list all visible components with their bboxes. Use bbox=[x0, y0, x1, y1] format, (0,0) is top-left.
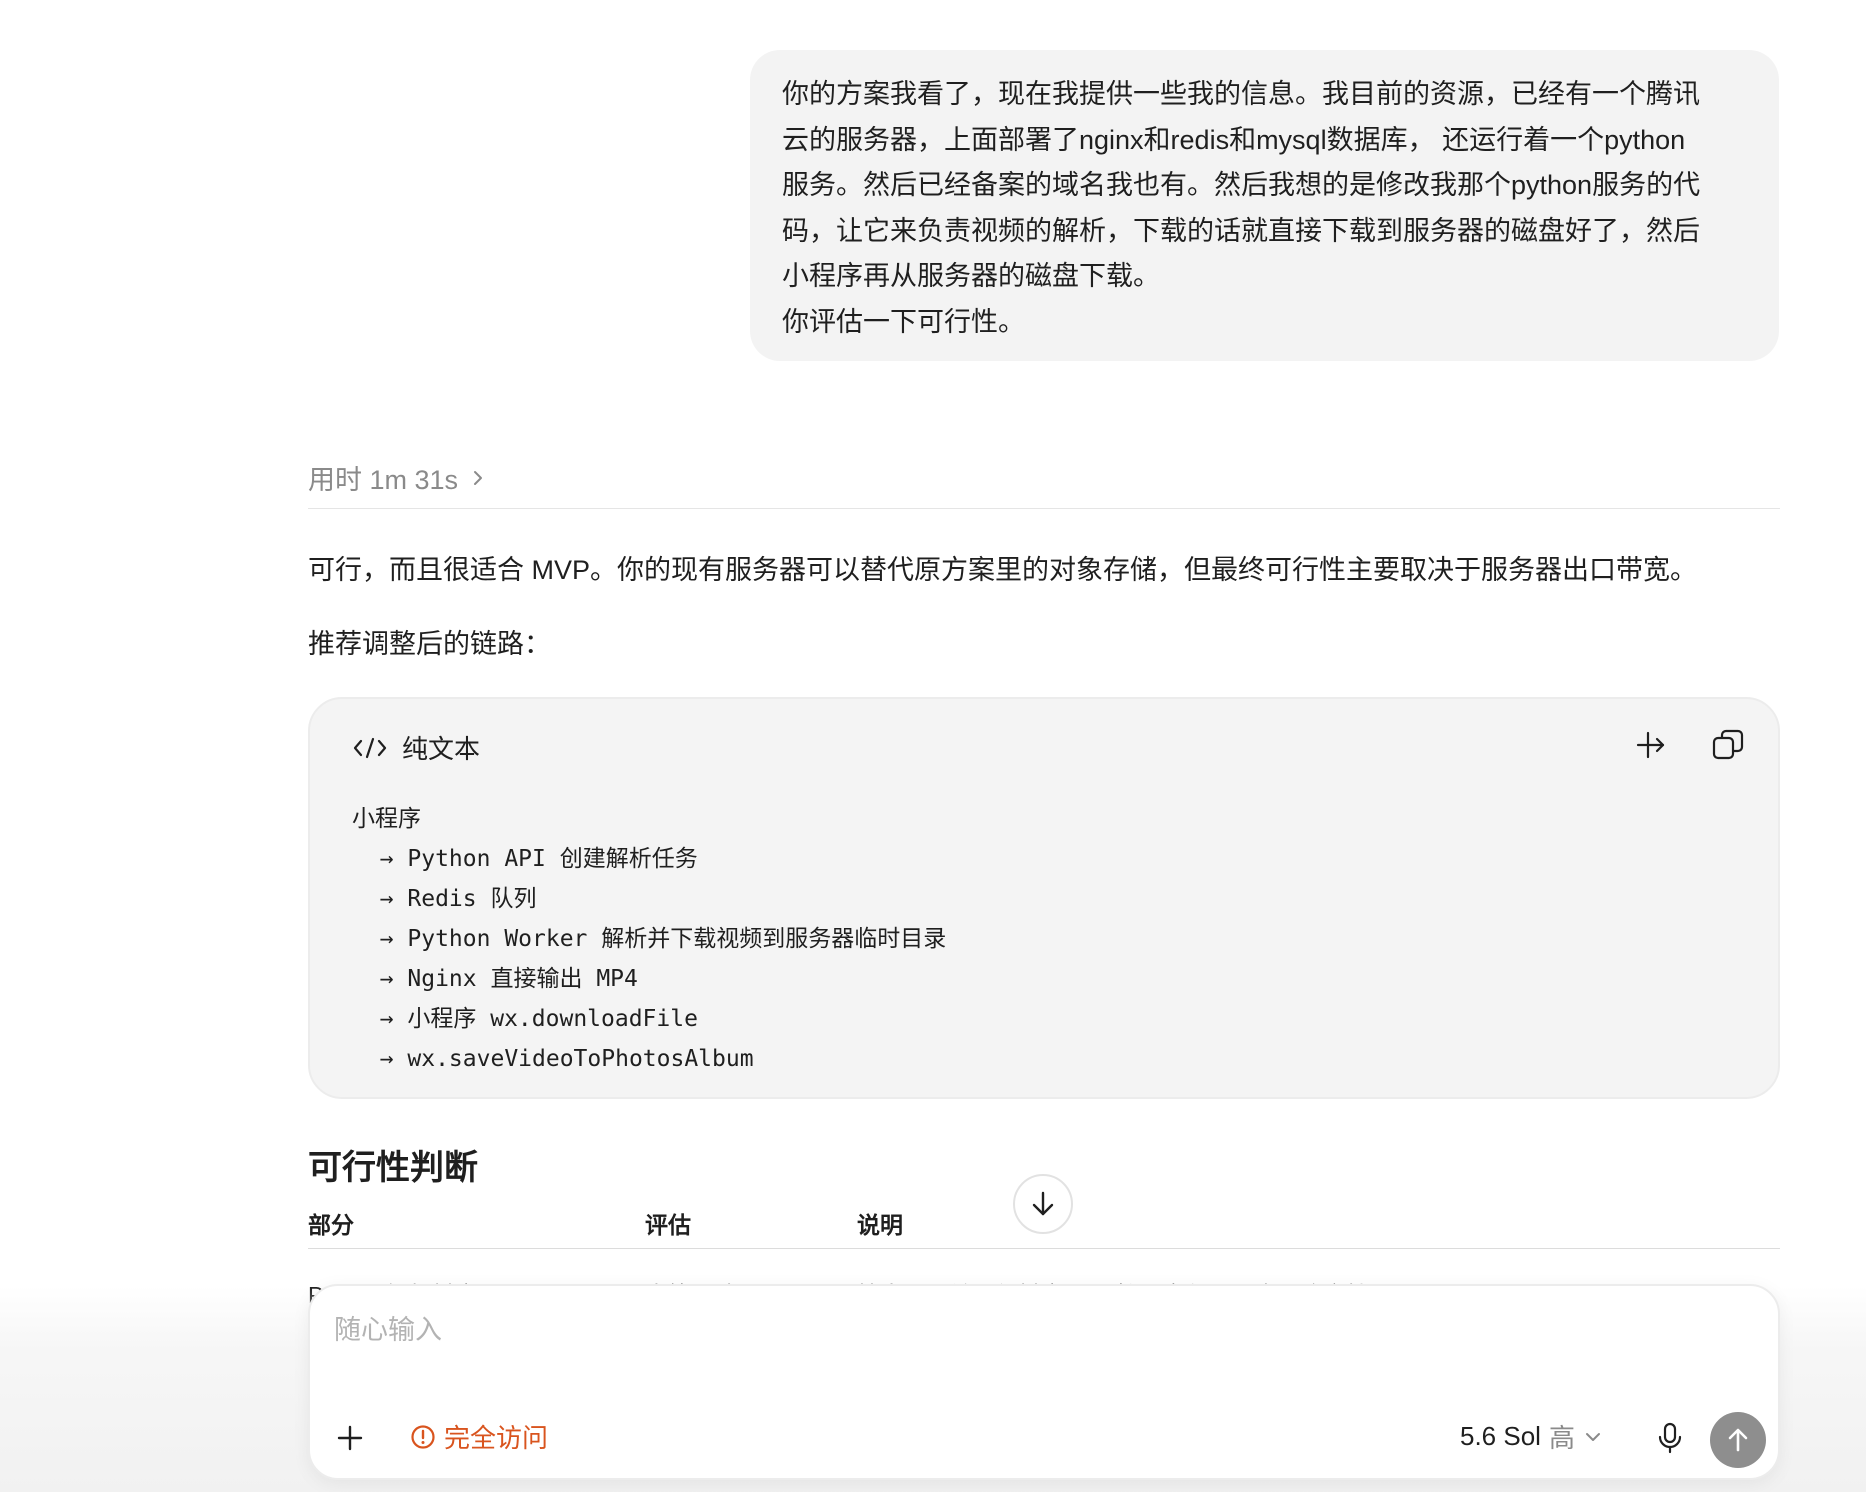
message-input[interactable] bbox=[332, 1314, 1636, 1347]
scroll-to-bottom-button[interactable] bbox=[1013, 1174, 1073, 1234]
user-message-line: 服务。然后已经备案的域名我也有。然后我想的是修改我那个python服务的代 bbox=[782, 170, 1701, 201]
copy-icon bbox=[1712, 729, 1744, 760]
user-message-line: 你评估一下可行性。 bbox=[782, 306, 1025, 337]
user-message-line: 小程序再从服务器的磁盘下载。 bbox=[782, 261, 1160, 292]
table-header-part: 部分 bbox=[308, 1212, 354, 1238]
code-line: → Redis 队列 bbox=[352, 886, 537, 912]
copy-code-button[interactable] bbox=[1708, 725, 1748, 765]
arrow-up-icon bbox=[1728, 1428, 1748, 1452]
thinking-divider bbox=[308, 508, 1780, 509]
code-line: → wx.saveVideoToPhotosAlbum bbox=[352, 1046, 754, 1072]
code-language-label: 纯文本 bbox=[402, 734, 481, 764]
wrap-lines-icon bbox=[1636, 731, 1665, 759]
assistant-chain-label: 推荐调整后的链路： bbox=[308, 629, 551, 659]
code-line: 小程序 bbox=[352, 806, 421, 832]
code-icon bbox=[353, 737, 387, 758]
wrap-lines-button[interactable] bbox=[1632, 725, 1672, 765]
table-header-description: 说明 bbox=[857, 1212, 903, 1238]
user-message-line: 你的方案我看了，现在我提供一些我的信息。我目前的资源，已经有一个腾讯 bbox=[782, 79, 1700, 109]
warning-circle-icon bbox=[411, 1424, 435, 1449]
code-block-header: 纯文本 bbox=[352, 729, 480, 766]
user-message-line: 码，让它来负责视频的解析，下载的话就直接下载到服务器的磁盘好了，然后 bbox=[782, 215, 1700, 246]
plus-icon bbox=[337, 1425, 363, 1451]
model-selector[interactable]: 5.6 Sol 高 bbox=[1460, 1418, 1603, 1455]
effort-label: 高 bbox=[1548, 1423, 1575, 1453]
arrow-down-icon bbox=[1032, 1191, 1054, 1216]
code-line: → Nginx 直接输出 MP4 bbox=[352, 966, 638, 992]
section-title: 可行性判断 bbox=[308, 1149, 478, 1187]
code-line: → 小程序 wx.downloadFile bbox=[352, 1006, 698, 1032]
thinking-duration-label: 用时 1m 31s bbox=[308, 465, 459, 495]
voice-input-button[interactable] bbox=[1650, 1418, 1690, 1458]
code-block-tools bbox=[1632, 725, 1748, 765]
send-button[interactable] bbox=[1710, 1412, 1766, 1468]
code-line: → Python API 创建解析任务 bbox=[352, 846, 698, 872]
assistant-intro: 可行，而且很适合 MVP。你的现有服务器可以替代原方案里的对象存储，但最终可行性… bbox=[308, 555, 1698, 585]
microphone-icon bbox=[1658, 1422, 1682, 1454]
composer-toolbar: 完全访问 5.6 Sol 高 bbox=[310, 1412, 1778, 1476]
table-header-divider bbox=[308, 1248, 1780, 1249]
code-block: 纯文本 小程序 → Python API 创建解析任务 → Redis 队列 →… bbox=[308, 697, 1780, 1099]
model-label: 5.6 Sol bbox=[1460, 1421, 1541, 1451]
thinking-duration-toggle[interactable]: 用时 1m 31s bbox=[308, 458, 486, 497]
composer: 完全访问 5.6 Sol 高 bbox=[308, 1284, 1780, 1480]
code-line: → Python Worker 解析并下载视频到服务器临时目录 bbox=[352, 926, 947, 952]
access-mode-label: 完全访问 bbox=[444, 1423, 549, 1453]
user-message-bubble: 你的方案我看了，现在我提供一些我的信息。我目前的资源，已经有一个腾讯 云的服务器… bbox=[750, 50, 1779, 361]
code-content: 小程序 → Python API 创建解析任务 → Redis 队列 → Pyt… bbox=[352, 799, 946, 1079]
add-attachment-button[interactable] bbox=[330, 1418, 370, 1458]
chevron-right-icon bbox=[474, 470, 483, 485]
chevron-down-icon bbox=[1585, 1432, 1600, 1441]
access-mode-button[interactable]: 完全访问 bbox=[410, 1418, 548, 1455]
user-message-line: 云的服务器，上面部署了nginx和redis和mysql数据库， 还运行着一个p… bbox=[782, 124, 1686, 155]
table-header-assessment: 评估 bbox=[645, 1212, 691, 1238]
